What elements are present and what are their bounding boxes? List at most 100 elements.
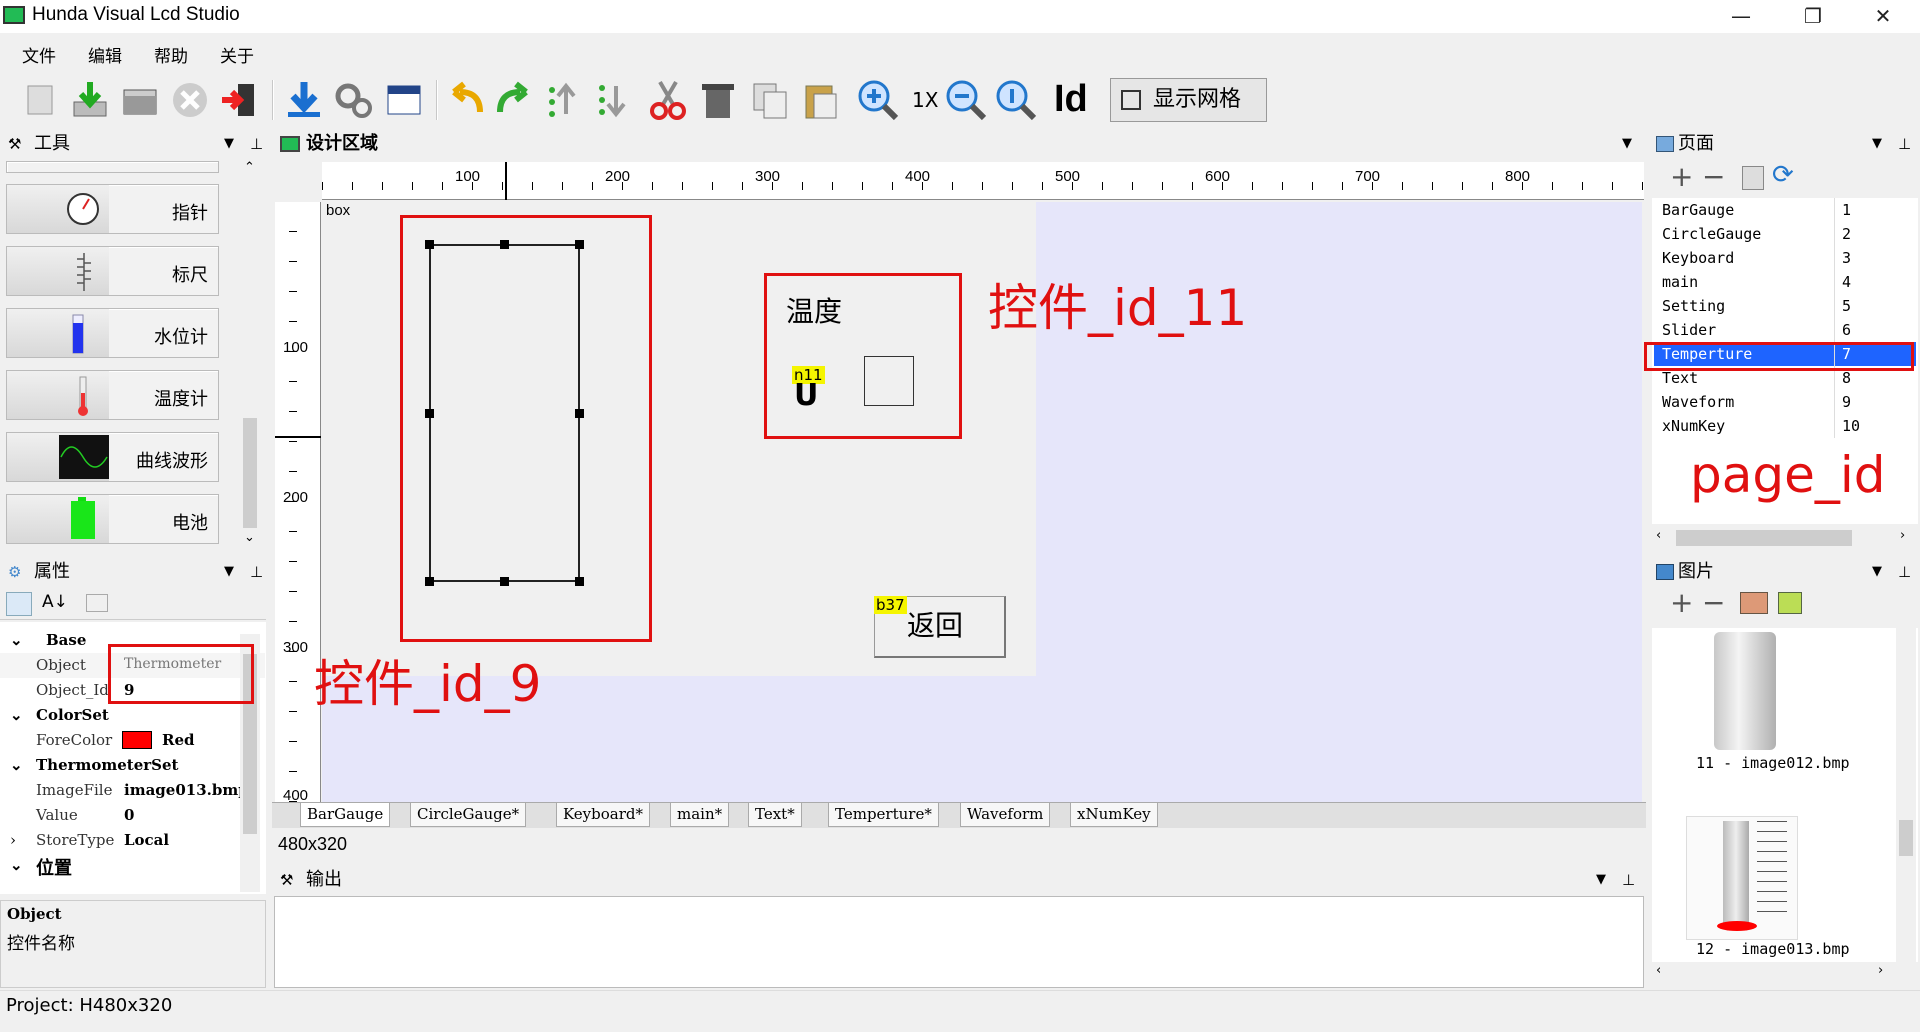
- tool-item-ruler[interactable]: 标尺: [6, 246, 219, 296]
- paste-icon[interactable]: [798, 78, 842, 122]
- pin-icon[interactable]: ⊥: [250, 558, 263, 586]
- output-area[interactable]: [274, 896, 1644, 988]
- gauge-icon: [67, 193, 99, 225]
- page-tab[interactable]: Keyboard*: [556, 803, 651, 827]
- add-page-icon[interactable]: +: [1670, 160, 1693, 193]
- remove-page-icon[interactable]: −: [1702, 160, 1725, 193]
- tool-item-partial[interactable]: [6, 161, 219, 173]
- close-doc-icon[interactable]: [168, 78, 212, 122]
- settings-gears-icon[interactable]: [332, 78, 376, 122]
- panel-dropdown-icon[interactable]: ▼: [1872, 130, 1882, 158]
- page-list-item[interactable]: Setting 5: [1654, 294, 1916, 318]
- redo-icon[interactable]: [490, 78, 534, 122]
- page-list-item[interactable]: BarGauge 1: [1654, 198, 1916, 222]
- move-up-icon[interactable]: [540, 78, 584, 122]
- prop-row-imagefile[interactable]: ImageFile image013.bmp: [0, 778, 265, 803]
- zoom-reset-label[interactable]: 1X: [912, 88, 938, 112]
- forecolor-swatch[interactable]: [122, 731, 152, 749]
- pages-hscrollbar[interactable]: ‹ ›: [1652, 526, 1918, 550]
- image-thumbnail-thermometer[interactable]: [1686, 816, 1798, 940]
- delete-trash-icon[interactable]: [696, 78, 740, 122]
- remove-image-icon[interactable]: −: [1702, 586, 1725, 619]
- pin-icon[interactable]: ⊥: [1898, 558, 1911, 586]
- minimize-button[interactable]: —: [1712, 0, 1770, 33]
- image-thumbnail-cylinder[interactable]: [1714, 632, 1776, 750]
- pages-panel-title: 页面: [1678, 133, 1714, 154]
- page-tab[interactable]: BarGauge: [300, 803, 391, 827]
- zoom-fit-icon[interactable]: [994, 78, 1038, 122]
- prop-category-colorset[interactable]: ⌄ ColorSet: [0, 703, 265, 728]
- prop-row-storetype[interactable]: › StoreType Local: [0, 828, 265, 853]
- menu-file[interactable]: 文件: [22, 42, 56, 67]
- panel-dropdown-icon[interactable]: ▼: [224, 558, 234, 586]
- pin-icon[interactable]: ⊥: [250, 130, 263, 158]
- images-hscrollbar[interactable]: ‹ ›: [1652, 962, 1918, 984]
- page-tab[interactable]: Waveform: [960, 803, 1051, 827]
- menu-about[interactable]: 关于: [220, 42, 254, 67]
- id-toggle-button[interactable]: Id: [1054, 78, 1088, 121]
- page-list-item[interactable]: Slider 6: [1654, 318, 1916, 342]
- scroll-up-icon[interactable]: ⌃: [244, 160, 255, 175]
- page-tab[interactable]: xNumKey: [1070, 803, 1158, 827]
- page-tab[interactable]: CircleGauge*: [410, 803, 527, 827]
- tool-item-pointer[interactable]: 指针: [6, 184, 219, 234]
- page-list-item[interactable]: Keyboard 3: [1654, 246, 1916, 270]
- add-image-icon[interactable]: +: [1670, 586, 1693, 619]
- open-folder-icon[interactable]: [118, 78, 162, 122]
- zoom-in-icon[interactable]: [856, 78, 900, 122]
- import-image-icon[interactable]: [1778, 592, 1802, 614]
- categorized-icon[interactable]: [6, 592, 32, 616]
- page-list-item[interactable]: xNumKey 10: [1654, 414, 1916, 438]
- pin-icon[interactable]: ⊥: [1622, 866, 1635, 894]
- tools-scrollbar[interactable]: ⌃ ⌄: [240, 158, 260, 548]
- download-icon[interactable]: [282, 78, 326, 122]
- props-panel-header: ⚙ 属性 ▼ ⊥: [6, 558, 266, 586]
- menu-help[interactable]: 帮助: [154, 42, 188, 67]
- prop-row-value[interactable]: Value 0: [0, 803, 265, 828]
- tool-item-waveform[interactable]: 曲线波形: [6, 432, 219, 482]
- panel-dropdown-icon[interactable]: ▼: [1596, 866, 1606, 894]
- menu-edit[interactable]: 编辑: [88, 42, 122, 67]
- prop-row-forecolor[interactable]: ForeColor Red: [0, 728, 265, 753]
- tool-item-battery[interactable]: 电池: [6, 494, 219, 544]
- panel-dropdown-icon[interactable]: ▼: [224, 130, 234, 158]
- prop-category-thermometerset[interactable]: ⌄ ThermometerSet: [0, 753, 265, 778]
- exit-icon[interactable]: [218, 78, 262, 122]
- page-tab[interactable]: Temperture*: [828, 803, 939, 827]
- show-grid-button[interactable]: 显示网格: [1110, 78, 1267, 122]
- refresh-icon[interactable]: ⟳: [1772, 160, 1794, 190]
- download-save-icon[interactable]: [68, 78, 112, 122]
- prop-category-position[interactable]: ⌄ 位置: [0, 853, 265, 879]
- page-tab[interactable]: Text*: [748, 803, 802, 827]
- calendar-icon[interactable]: [382, 78, 426, 122]
- property-pages-icon[interactable]: [86, 594, 108, 612]
- page-list-item[interactable]: main 4: [1654, 270, 1916, 294]
- images-vscrollbar[interactable]: [1896, 628, 1916, 964]
- restore-button[interactable]: ❐: [1784, 0, 1842, 33]
- move-down-icon[interactable]: [590, 78, 634, 122]
- scroll-down-icon[interactable]: ⌄: [244, 530, 255, 545]
- page-tab[interactable]: main*: [670, 803, 730, 827]
- panel-dropdown-icon[interactable]: ▼: [1622, 130, 1632, 158]
- cut-icon[interactable]: [646, 78, 690, 122]
- sort-alpha-icon[interactable]: A↓: [42, 592, 68, 612]
- copy-page-icon[interactable]: [1742, 166, 1764, 190]
- tool-label: 水位计: [154, 327, 208, 348]
- scroll-left-icon[interactable]: ‹: [1656, 528, 1661, 543]
- tool-item-thermometer[interactable]: 温度计: [6, 370, 219, 420]
- scroll-right-icon[interactable]: ›: [1878, 963, 1883, 978]
- copy-icon[interactable]: [748, 78, 792, 122]
- new-icon[interactable]: [18, 78, 62, 122]
- page-list-item[interactable]: Waveform 9: [1654, 390, 1916, 414]
- scroll-left-icon[interactable]: ‹: [1656, 963, 1661, 978]
- tool-item-water-level[interactable]: 水位计: [6, 308, 219, 358]
- panel-dropdown-icon[interactable]: ▼: [1872, 558, 1882, 586]
- scroll-right-icon[interactable]: ›: [1900, 528, 1905, 543]
- scroll-thumb[interactable]: [243, 418, 257, 528]
- close-button[interactable]: ✕: [1854, 0, 1912, 33]
- zoom-out-icon[interactable]: [944, 78, 988, 122]
- undo-icon[interactable]: [446, 78, 490, 122]
- page-list-item[interactable]: CircleGauge 2: [1654, 222, 1916, 246]
- pin-icon[interactable]: ⊥: [1898, 130, 1911, 158]
- image-preview-icon[interactable]: [1740, 592, 1768, 614]
